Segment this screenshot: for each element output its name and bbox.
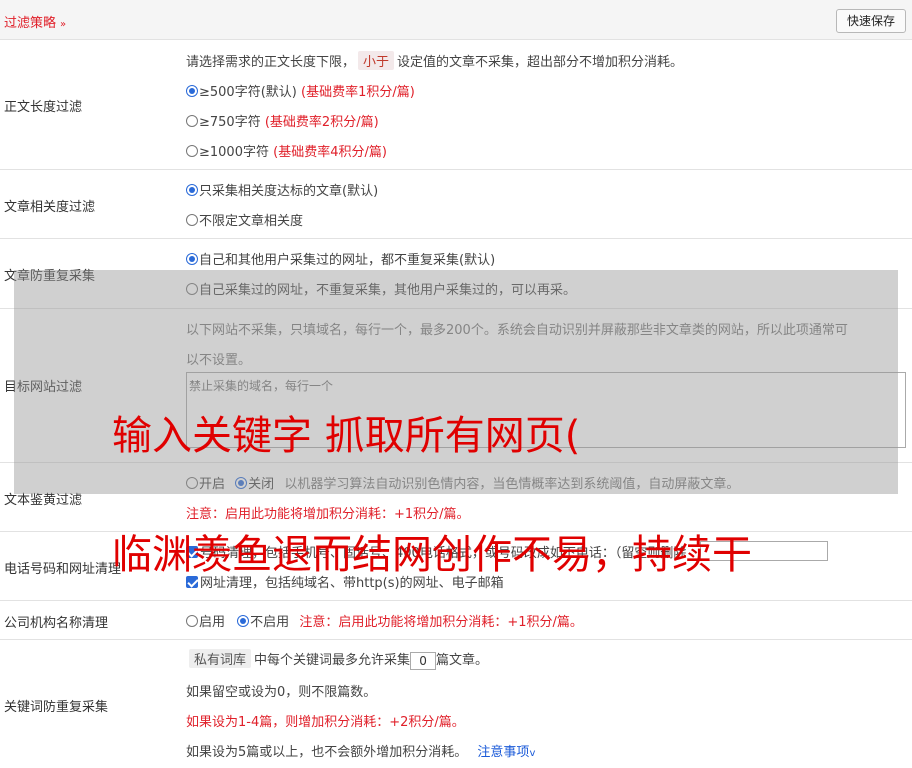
relevance-option-unlimited[interactable]: 不限定文章相关度: [186, 210, 303, 229]
radio-button[interactable]: [186, 184, 198, 196]
option-label: 只采集相关度达标的文章(默认): [199, 184, 379, 199]
porn-filter-note: 注意：启用此功能将增加积分消耗：+1积分/篇。: [186, 507, 470, 522]
overlay-text-line1: 输入关键字 抓取所有网页(: [112, 413, 581, 459]
keyword-note-3: 如果设为5篇或以上，也不会额外增加积分消耗。 注意事项v: [186, 741, 535, 760]
desc-text: 请选择需求的正文长度下限，: [186, 55, 356, 70]
radio-button[interactable]: [186, 253, 198, 265]
keyword-note-1: 如果留空或设为0，则不限篇数。: [186, 685, 377, 700]
keyword-limit-line: 私有词库 中每个关键词最多允许采集 0 篇文章。: [186, 649, 488, 670]
option-note: (基础费率2积分/篇): [264, 115, 379, 130]
relevance-option-qualified[interactable]: 只采集相关度达标的文章(默认): [186, 180, 378, 199]
desc-text: 设定值的文章不采集，超出部分不增加积分消耗。: [397, 55, 684, 70]
radio-button[interactable]: [186, 615, 198, 627]
keyword-note-2: 如果设为1-4篇，则增加积分消耗：+2积分/篇。: [186, 715, 465, 730]
length-option-1000[interactable]: ≥1000字符 (基础费率4积分/篇): [186, 141, 387, 160]
private-lexicon-tag[interactable]: 私有词库: [189, 649, 252, 668]
radio-button[interactable]: [186, 145, 198, 157]
notes-link-label: 注意事项: [477, 745, 530, 760]
radio-button[interactable]: [186, 214, 198, 226]
filter-strategy-header: 过滤策略» 快速保存: [0, 0, 912, 40]
option-label: ≥500字符(默认): [199, 85, 297, 100]
option-label: 自己和其他用户采集过的网址，都不重复采集(默认): [199, 253, 496, 268]
dedupe-option-all[interactable]: 自己和其他用户采集过的网址，都不重复采集(默认): [186, 249, 495, 268]
limit-text: 篇文章。: [436, 653, 489, 668]
option-note: (基础费率1积分/篇): [301, 85, 415, 100]
max-articles-input[interactable]: 0: [410, 651, 437, 670]
row-label: 公司机构名称清理: [4, 616, 109, 631]
limit-text: 中每个关键词最多允许采集: [254, 653, 411, 668]
option-label: ≥1000字符: [199, 145, 269, 160]
keyword-dedupe-row: 关键词防重复采集 私有词库 中每个关键词最多允许采集 0 篇文章。 如果留空或设为0，…: [0, 640, 912, 768]
notes-link[interactable]: 注意事项v: [477, 745, 535, 760]
radio-button[interactable]: [237, 615, 250, 627]
org-option-off[interactable]: 不启用: [237, 615, 289, 630]
option-label: ≥750字符: [199, 115, 261, 130]
length-option-750[interactable]: ≥750字符 (基础费率2积分/篇): [186, 111, 379, 130]
row-label: 电话号码和网址清理: [4, 562, 122, 577]
option-label: 不启用: [250, 615, 290, 630]
length-option-500[interactable]: ≥500字符(默认) (基础费率1积分/篇): [186, 81, 415, 100]
org-clean-options: 启用 不启用 注意：启用此功能将增加积分消耗：+1积分/篇。: [186, 611, 583, 630]
option-label: 启用: [199, 615, 226, 630]
org-clean-row: 公司机构名称清理 启用 不启用 注意：启用此功能将增加积分消耗：+1积分/篇。: [0, 601, 912, 640]
overlay-text-line2: 临渊羡鱼退而结网创作不易，持续干: [112, 532, 752, 578]
radio-button[interactable]: [186, 85, 198, 97]
relevance-filter-row: 文章相关度过滤 只采集相关度达标的文章(默认) 不限定文章相关度: [0, 170, 912, 239]
less-than-tag: 小于: [358, 51, 395, 70]
section-title[interactable]: 过滤策略»: [4, 12, 66, 31]
quick-save-button[interactable]: 快速保存: [836, 9, 906, 33]
row-label: 文章相关度过滤: [4, 200, 96, 215]
option-label: 网址清理，包括纯域名、带http(s)的网址、电子邮箱: [200, 576, 504, 591]
org-option-on[interactable]: 启用: [186, 615, 225, 630]
option-note: (基础费率4积分/篇): [273, 145, 387, 160]
option-label: 不限定文章相关度: [199, 214, 304, 229]
note-text: 如果设为5篇或以上，也不会额外增加积分消耗。: [186, 745, 468, 760]
gray-overlay: [14, 270, 898, 494]
row-label: 关键词防重复采集: [4, 700, 109, 715]
length-filter-desc: 请选择需求的正文长度下限， 小于 设定值的文章不采集，超出部分不增加积分消耗。: [186, 51, 683, 70]
row-label: 正文长度过滤: [4, 100, 83, 115]
radio-button[interactable]: [186, 115, 198, 127]
org-clean-note: 注意：启用此功能将增加积分消耗：+1积分/篇。: [299, 615, 583, 630]
length-filter-row: 正文长度过滤 请选择需求的正文长度下限， 小于 设定值的文章不采集，超出部分不增加积…: [0, 40, 912, 170]
chevron-down-icon: v: [529, 748, 536, 759]
chevron-down-icon: »: [60, 19, 67, 30]
section-title-label: 过滤策略: [4, 16, 57, 31]
